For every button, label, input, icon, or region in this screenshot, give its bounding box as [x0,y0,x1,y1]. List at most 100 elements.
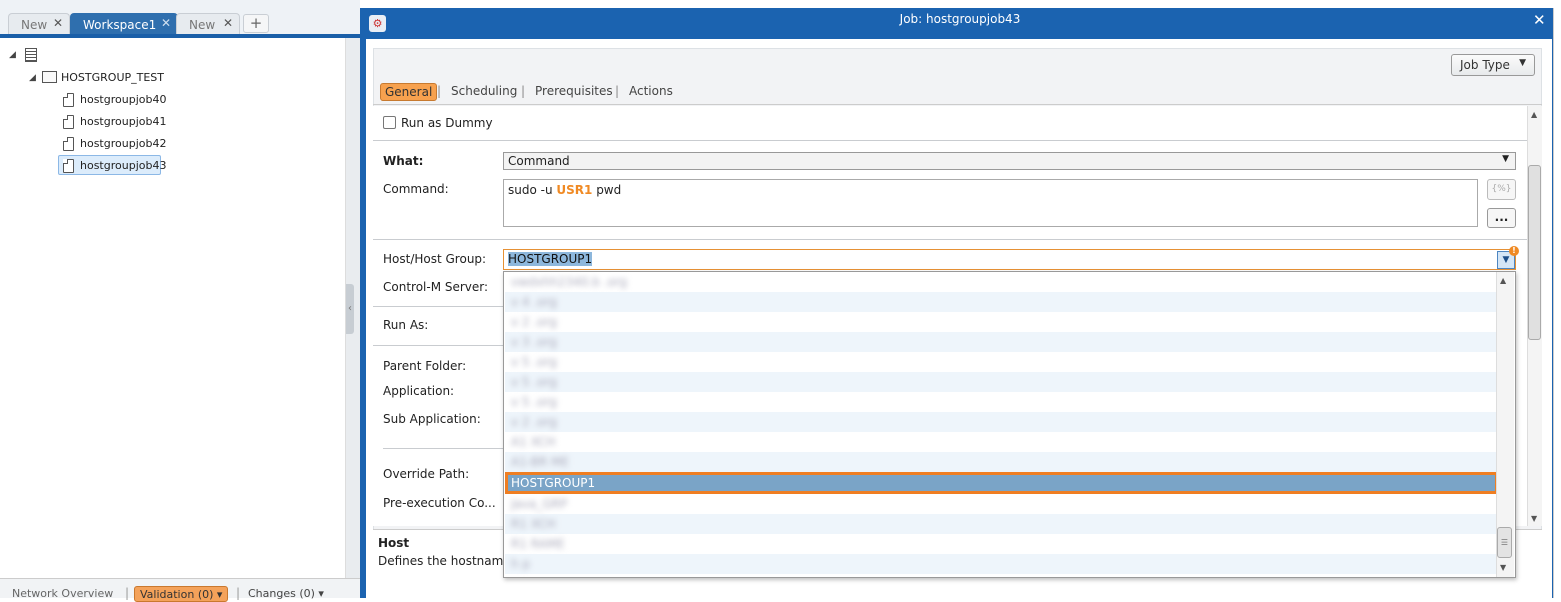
caret-down-icon: ▼ [1502,154,1509,164]
host-option-label: v 5 .org [511,375,557,389]
run-as-dummy-label: Run as Dummy [401,116,493,130]
collapse-triangle-icon[interactable]: ◢ [9,50,16,60]
job-tree [0,38,346,578]
host-option[interactable]: A1-BR ME [505,452,1498,472]
dropdown-scroll-thumb[interactable]: ☰ [1497,527,1512,558]
server-label: Control-M Server: [383,280,489,294]
what-select[interactable]: Command ▼ [503,152,1516,170]
command-prefix: sudo -u [508,183,557,197]
server-icon [25,48,37,62]
tab-scheduling[interactable]: Scheduling [451,84,517,98]
divider: | [615,84,620,98]
host-option[interactable]: v 5 .org [505,372,1498,392]
host-option[interactable]: Java_GRP [505,494,1498,514]
tab-prerequisites[interactable]: Prerequisites [535,84,613,98]
job-file-icon [63,93,74,107]
what-label: What: [383,154,424,168]
host-option-label: Java_GRP [511,497,568,511]
command-field[interactable]: sudo -u USR1 pwd [503,179,1478,227]
background-window-edge [1553,8,1561,598]
host-option[interactable]: v 4 .org [505,292,1498,312]
host-option-label: v 2 .org [511,315,557,329]
help-text: Defines the hostname [378,554,511,568]
job-type-label: Job Type [1460,58,1510,72]
scroll-down-icon[interactable]: ▼ [1500,563,1506,572]
divider [373,345,503,346]
close-icon[interactable]: ✕ [223,16,233,30]
host-option-label: v 4 .org [511,295,557,309]
host-option[interactable]: R1 XCH [505,514,1498,534]
tab-label: Workspace1 [83,18,157,32]
override-path-label: Override Path: [383,467,470,481]
host-option-label: R1 RAME [511,537,565,551]
run-as-dummy-checkbox[interactable] [383,116,396,129]
divider: | [437,84,442,98]
host-option-label: v 3 .org [511,335,557,349]
host-value: HOSTGROUP1 [508,252,593,266]
tab-general[interactable]: General [380,83,438,101]
tab-actions[interactable]: Actions [629,84,673,98]
host-option[interactable]: v 5 .org [505,352,1498,372]
host-option-label: A1 XCH [511,435,556,449]
host-label: Host/Host Group: [383,252,487,266]
tab-label: New [189,18,216,32]
expand-command-button[interactable]: ... [1487,208,1516,228]
network-overview-tab[interactable]: Network Overview [12,587,113,600]
tree-job-label[interactable]: hostgroupjob40 [80,93,166,106]
host-option-label: A1-BR ME [511,455,570,469]
host-option-label: vwdxhh2340.b .org [511,275,628,289]
host-option[interactable]: vwdxhh2340.b .org [505,272,1498,292]
divider [373,239,1527,240]
warning-icon: ! [1509,246,1519,256]
caret-down-icon: ▼ [1519,58,1526,68]
form-scroll-thumb[interactable] [1528,165,1541,340]
tab-new-2[interactable]: New ✕ [176,13,240,34]
validation-tab[interactable]: Validation (0) ▾ [134,586,228,602]
sub-application-label: Sub Application: [383,412,481,426]
folder-icon [42,71,57,83]
scroll-up-icon[interactable]: ▲ [1500,276,1506,285]
job-file-icon [63,137,74,151]
host-option[interactable]: v 2 .org [505,312,1498,332]
host-option-selected[interactable]: HOSTGROUP1 [505,472,1498,494]
tree-job-label[interactable]: hostgroupjob42 [80,137,166,150]
host-dropdown-list: vwdxhh2340.b .org v 4 .org v 2 .org v 3 … [503,271,1516,578]
tree-job-label[interactable]: hostgroupjob43 [80,159,166,172]
collapse-triangle-icon[interactable]: ◢ [29,73,36,83]
tab-new-1[interactable]: New ✕ [8,13,70,34]
host-group-input[interactable]: HOSTGROUP1 [503,249,1516,270]
host-option-label: v 5 .org [511,395,557,409]
host-option[interactable]: v 5 .org [505,392,1498,412]
chevron-left-icon[interactable]: ‹ [346,284,354,334]
host-option-label: v 5 .org [511,355,557,369]
job-file-icon [63,115,74,129]
help-title: Host [378,536,410,550]
divider: | [521,84,526,98]
host-option[interactable]: h p [505,554,1498,574]
host-option[interactable]: A1 XCH [505,432,1498,452]
scroll-up-icon[interactable]: ▲ [1531,110,1537,119]
host-option-label: HOSTGROUP1 [511,476,596,490]
close-icon[interactable]: ✕ [53,16,63,30]
command-suffix: pwd [592,183,622,197]
host-option[interactable]: v 3 .org [505,332,1498,352]
run-as-label: Run As: [383,318,429,332]
job-type-button[interactable]: Job Type ▼ [1451,54,1535,76]
host-option-label: h p [511,557,531,571]
tab-label: New [21,18,48,32]
host-option-label: R1 XCH [511,517,556,531]
close-icon[interactable]: ✕ [161,16,171,30]
tab-workspace1[interactable]: Workspace1 ✕ [70,13,178,34]
tree-folder-label[interactable]: HOSTGROUP_TEST [61,71,164,84]
host-option[interactable]: v 2 .org [505,412,1498,432]
scroll-down-icon[interactable]: ▼ [1531,514,1537,523]
application-label: Application: [383,384,455,398]
command-label: Command: [383,182,449,196]
tree-job-label[interactable]: hostgroupjob41 [80,115,166,128]
host-option[interactable]: R1 RAME [505,534,1498,554]
insert-variable-button[interactable]: {%} [1487,179,1516,200]
changes-tab[interactable]: Changes (0) ▾ [248,587,324,600]
plus-icon[interactable]: + [243,14,269,33]
divider [373,140,1527,141]
close-icon[interactable]: ✕ [1533,11,1546,29]
